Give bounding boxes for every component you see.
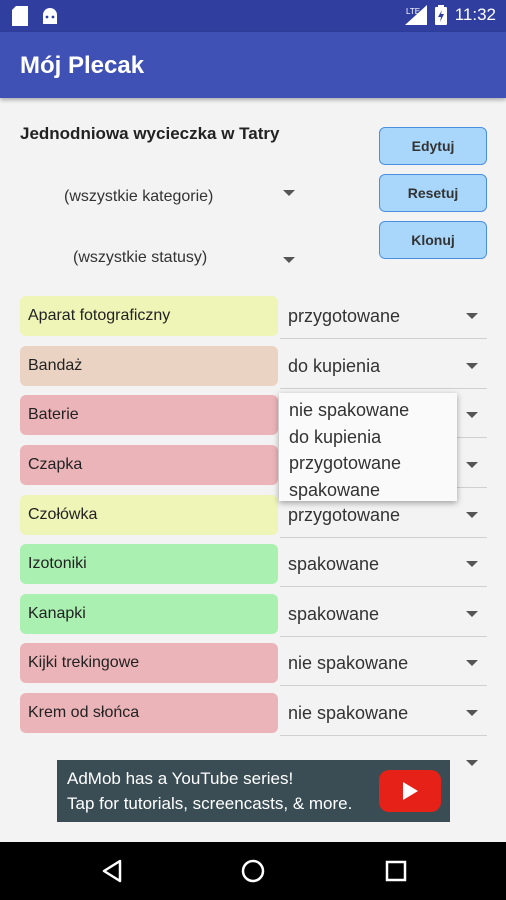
item-status[interactable]: do kupienia: [288, 356, 380, 377]
chevron-down-icon[interactable]: [466, 412, 478, 418]
ad-banner[interactable]: AdMob has a YouTube series! Tap for tuto…: [57, 760, 450, 822]
chevron-down-icon[interactable]: [466, 760, 478, 766]
item-status[interactable]: przygotowane: [288, 306, 400, 327]
item-status[interactable]: nie spakowane: [288, 703, 408, 724]
list-item: Kanapki spakowane: [20, 594, 487, 644]
item-name[interactable]: Kijki trekingowe: [20, 643, 278, 683]
divider: [280, 735, 487, 736]
divider: [280, 388, 487, 389]
android-icon: [43, 8, 57, 24]
dropdown-option[interactable]: przygotowane: [279, 450, 457, 477]
status-dropdown-menu: nie spakowane do kupienia przygotowane s…: [279, 393, 457, 501]
list-item: Izotoniki spakowane: [20, 544, 487, 594]
divider: [280, 537, 487, 538]
item-name[interactable]: Bandaż: [20, 346, 278, 386]
item-status[interactable]: spakowane: [288, 604, 379, 625]
item-name[interactable]: Baterie: [20, 395, 278, 435]
item-name[interactable]: Izotoniki: [20, 544, 278, 584]
item-status[interactable]: przygotowane: [288, 505, 400, 526]
dropdown-option[interactable]: nie spakowane: [279, 397, 457, 424]
list-item: Aparat fotograficzny przygotowane: [20, 296, 487, 346]
ad-line-2: Tap for tutorials, screencasts, & more.: [67, 794, 353, 813]
edit-button[interactable]: Edytuj: [379, 127, 487, 165]
divider: [280, 586, 487, 587]
reset-button[interactable]: Resetuj: [379, 174, 487, 212]
app-bar: Mój Plecak: [0, 32, 506, 98]
chevron-down-icon: [283, 190, 295, 196]
item-name[interactable]: Czapka: [20, 445, 278, 485]
status-filter-value: (wszystkie statusy): [73, 249, 208, 266]
dropdown-option[interactable]: do kupienia: [279, 424, 457, 451]
chevron-down-icon[interactable]: [466, 561, 478, 567]
status-bar: LTE 11:32: [0, 0, 506, 32]
chevron-down-icon[interactable]: [466, 313, 478, 319]
list-item: Kijki trekingowe nie spakowane: [20, 643, 487, 693]
divider: [280, 338, 487, 339]
chevron-down-icon[interactable]: [466, 611, 478, 617]
item-status[interactable]: spakowane: [288, 554, 379, 575]
item-name[interactable]: Aparat fotograficzny: [20, 296, 278, 336]
divider: [280, 636, 487, 637]
list-item: Bandaż do kupienia: [20, 346, 487, 396]
clone-button[interactable]: Klonuj: [379, 221, 487, 259]
signal-icon: LTE: [404, 5, 427, 25]
svg-text:LTE: LTE: [406, 7, 420, 16]
item-status[interactable]: nie spakowane: [288, 653, 408, 674]
item-name[interactable]: Czołówka: [20, 495, 278, 535]
chevron-down-icon[interactable]: [466, 660, 478, 666]
chevron-down-icon[interactable]: [466, 710, 478, 716]
divider: [280, 685, 487, 686]
app-title: Mój Plecak: [20, 52, 145, 79]
chevron-down-icon[interactable]: [466, 512, 478, 518]
navigation-bar: [0, 842, 506, 900]
youtube-play-icon[interactable]: [379, 770, 441, 812]
category-filter-value: (wszystkie kategorie): [64, 188, 214, 205]
item-name[interactable]: Krem od słońca: [20, 693, 278, 733]
trip-title: Jednodniowa wycieczka w Tatry: [20, 124, 280, 143]
dropdown-option[interactable]: spakowane: [279, 477, 457, 504]
chevron-down-icon: [283, 257, 295, 263]
recents-icon[interactable]: [385, 860, 407, 882]
item-name[interactable]: Kanapki: [20, 594, 278, 634]
back-icon[interactable]: [100, 859, 124, 883]
chevron-down-icon[interactable]: [466, 363, 478, 369]
list-item: Krem od słońca nie spakowane: [20, 693, 487, 743]
ad-line-1: AdMob has a YouTube series!: [67, 769, 294, 788]
chevron-down-icon[interactable]: [466, 462, 478, 468]
sd-card-icon: [12, 6, 28, 26]
home-icon[interactable]: [241, 859, 265, 883]
clock: 11:32: [454, 5, 496, 24]
battery-icon: [434, 5, 447, 25]
